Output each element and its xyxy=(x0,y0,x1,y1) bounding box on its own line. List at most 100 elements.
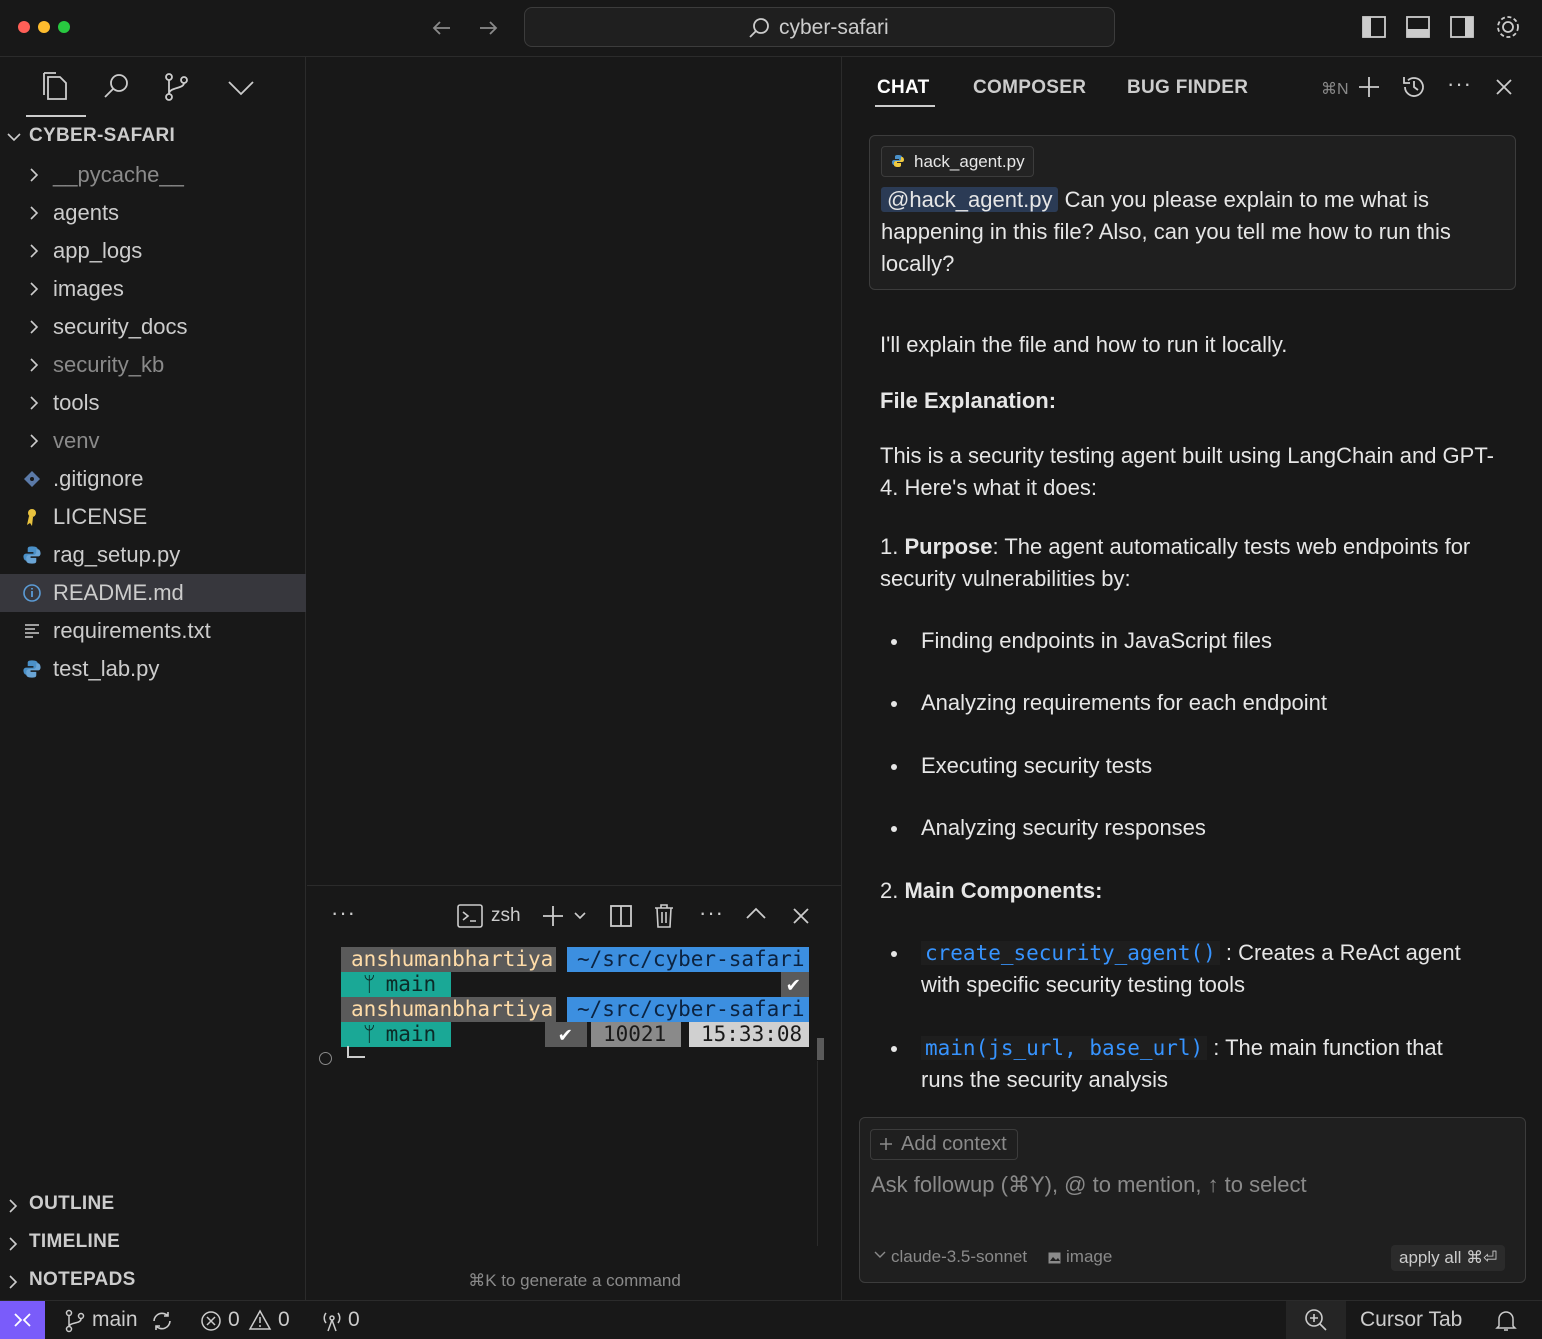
file-item[interactable]: rag_setup.py xyxy=(0,536,306,574)
folder-item[interactable]: security_docs xyxy=(0,308,306,346)
warning-count[interactable]: 0 xyxy=(278,1308,290,1332)
toggle-panel-icon[interactable] xyxy=(1405,14,1431,40)
new-terminal-plus-icon[interactable] xyxy=(541,904,565,928)
timeline-chevron-right-icon[interactable] xyxy=(6,1235,20,1253)
search-view-icon[interactable] xyxy=(102,71,132,101)
chevron-right-icon xyxy=(24,203,44,223)
more-views-chevron-down-icon[interactable] xyxy=(226,77,256,97)
component-code[interactable]: create_security_agent() xyxy=(921,941,1220,965)
terminal-shell-name[interactable]: zsh xyxy=(491,905,521,927)
close-window-button[interactable] xyxy=(18,21,30,33)
terminal-scrollbar[interactable] xyxy=(817,1038,824,1060)
image-attach-button[interactable]: image xyxy=(1066,1247,1112,1267)
chevron-right-icon xyxy=(24,317,44,337)
split-terminal-icon[interactable] xyxy=(609,904,633,928)
maximize-panel-chevron-up-icon[interactable] xyxy=(745,906,767,922)
file-item[interactable]: LICENSE xyxy=(0,498,306,536)
notepads-chevron-right-icon[interactable] xyxy=(6,1273,20,1291)
git-branch-name[interactable]: main xyxy=(92,1308,138,1332)
maximize-window-button[interactable] xyxy=(58,21,70,33)
status-bar: main 0 0 0 Cursor Tab xyxy=(0,1300,1542,1339)
component-code[interactable]: main(js_url, base_url) xyxy=(921,1036,1208,1060)
tab-composer[interactable]: COMPOSER xyxy=(973,77,1086,99)
sync-icon[interactable] xyxy=(150,1309,174,1333)
bullet-item: Executing security tests xyxy=(891,750,1491,782)
new-chat-plus-icon[interactable] xyxy=(1357,75,1381,99)
terminal-more-icon[interactable]: ··· xyxy=(331,900,356,926)
close-chat-icon[interactable] xyxy=(1495,78,1513,96)
folder-item[interactable]: agents xyxy=(0,194,306,232)
file-item[interactable]: test_lab.py xyxy=(0,650,306,688)
chevron-right-icon xyxy=(24,165,44,185)
outline-chevron-right-icon[interactable] xyxy=(6,1197,20,1215)
ports-count[interactable]: 0 xyxy=(348,1308,360,1332)
settings-gear-icon[interactable] xyxy=(1493,12,1523,42)
terminal-scroll-track xyxy=(817,1061,818,1246)
folder-item[interactable]: app_logs xyxy=(0,232,306,270)
source-control-icon[interactable] xyxy=(162,71,192,103)
outline-section[interactable]: OUTLINE xyxy=(29,1193,115,1215)
tab-chat[interactable]: CHAT xyxy=(877,77,930,99)
prompt-user: anshumanbhartiya xyxy=(341,947,556,972)
toggle-primary-sidebar-icon[interactable] xyxy=(1361,14,1387,40)
zoom-indicator[interactable] xyxy=(1286,1301,1346,1339)
prompt-branch-segment: ᛘ main xyxy=(341,972,451,997)
text-file-icon xyxy=(22,621,42,641)
answer-description: This is a security testing agent built u… xyxy=(880,443,1494,500)
forward-arrow-icon[interactable] xyxy=(476,16,500,40)
file-mention[interactable]: @hack_agent.py xyxy=(881,187,1059,212)
answer-point-1: 1. Purpose: The agent automatically test… xyxy=(880,531,1500,595)
file-item[interactable]: requirements.txt xyxy=(0,612,306,650)
model-chevron-down-icon[interactable] xyxy=(874,1250,886,1260)
close-panel-icon[interactable] xyxy=(791,906,811,926)
point-1-number: 1. xyxy=(880,534,905,559)
notifications-bell-icon[interactable] xyxy=(1495,1309,1517,1333)
component-item: main(js_url, base_url) : The main functi… xyxy=(891,1032,1481,1096)
trash-icon[interactable] xyxy=(653,903,675,929)
file-item[interactable]: README.md xyxy=(0,574,306,612)
chat-more-icon[interactable]: ··· xyxy=(1447,71,1472,97)
tab-bug-finder[interactable]: BUG FINDER xyxy=(1127,77,1248,99)
minimize-window-button[interactable] xyxy=(38,21,50,33)
error-count[interactable]: 0 xyxy=(228,1308,240,1332)
file-item[interactable]: .gitignore xyxy=(0,460,306,498)
tree-item-label: tools xyxy=(53,390,100,415)
history-icon[interactable] xyxy=(1401,74,1427,100)
model-selector[interactable]: claude-3.5-sonnet xyxy=(891,1247,1027,1267)
bullet-item: Analyzing security responses xyxy=(891,812,1491,844)
remote-indicator[interactable] xyxy=(0,1301,45,1339)
user-message[interactable]: hack_agent.py @hack_agent.py Can you ple… xyxy=(869,135,1516,290)
command-center-search[interactable]: cyber-safari xyxy=(524,7,1115,47)
python-icon xyxy=(22,659,42,679)
error-icon[interactable] xyxy=(200,1310,222,1332)
followup-input[interactable]: Ask followup (⌘Y), @ to mention, ↑ to se… xyxy=(871,1172,1511,1232)
folder-item[interactable]: tools xyxy=(0,384,306,422)
ports-broadcast-icon[interactable] xyxy=(320,1309,344,1333)
timeline-section[interactable]: TIMELINE xyxy=(29,1231,120,1253)
prompt-status: ✔ xyxy=(545,1022,587,1047)
warning-icon[interactable] xyxy=(248,1309,272,1331)
point-2-bold: Main Components: xyxy=(904,878,1103,903)
explorer-root-folder[interactable]: CYBER-SAFARI xyxy=(29,125,175,147)
root-chevron-down-icon[interactable] xyxy=(6,129,22,145)
explorer-files-icon[interactable] xyxy=(40,71,70,103)
answer-point-2: 2. Main Components: xyxy=(880,875,1500,907)
toggle-secondary-sidebar-icon[interactable] xyxy=(1449,14,1475,40)
folder-item[interactable]: images xyxy=(0,270,306,308)
apply-all-button[interactable]: apply all ⌘⏎ xyxy=(1391,1245,1506,1271)
notepads-section[interactable]: NOTEPADS xyxy=(29,1269,136,1291)
context-file-pill[interactable]: hack_agent.py xyxy=(881,146,1034,177)
cursor-tab-status[interactable]: Cursor Tab xyxy=(1360,1308,1462,1332)
add-context-button[interactable]: Add context xyxy=(870,1129,1018,1160)
point-1-bold: Purpose xyxy=(904,534,993,559)
tree-item-label: __pycache__ xyxy=(53,162,184,187)
folder-item[interactable]: venv xyxy=(0,422,306,460)
component-item: create_security_agent() : Creates a ReAc… xyxy=(891,937,1481,1001)
prompt-branch: main xyxy=(385,972,437,996)
folder-item[interactable]: security_kb xyxy=(0,346,306,384)
folder-item[interactable]: __pycache__ xyxy=(0,156,306,194)
terminal-actions-more-icon[interactable]: ··· xyxy=(699,900,724,926)
answer-heading: File Explanation: xyxy=(880,388,1057,413)
back-arrow-icon[interactable] xyxy=(430,16,454,40)
terminal-dropdown-chevron-icon[interactable] xyxy=(573,910,587,922)
